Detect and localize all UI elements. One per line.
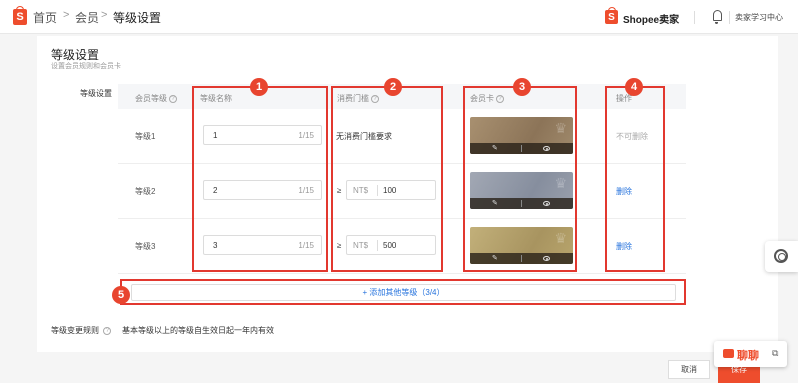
annotation-box-threshold <box>331 86 443 272</box>
rule-text: 基本等级以上的等级自生效日起一年内有效 <box>122 326 274 335</box>
top-bar: S 首页 > 会员 > 等级设置 S Shopee卖家 卖家学习中心 <box>0 0 798 34</box>
shopee-logo-icon[interactable]: S <box>13 6 27 25</box>
help-icon[interactable]: ? <box>103 327 112 335</box>
annotation-badge-5: 5 <box>112 286 130 304</box>
help-lifebuoy-icon <box>774 249 788 263</box>
breadcrumb-current: 等级设置 <box>113 11 162 25</box>
annotation-badge-3: 3 <box>513 78 531 96</box>
bell-icon[interactable] <box>713 10 722 24</box>
learning-center-link[interactable]: 卖家学习中心 <box>735 12 783 23</box>
seller-brand[interactable]: Shopee卖家 <box>623 11 679 26</box>
annotation-badge-2: 2 <box>384 78 402 96</box>
annotation-badge-4: 4 <box>625 78 643 96</box>
expand-icon[interactable]: ⧉ <box>772 348 778 359</box>
row-divider <box>118 273 686 274</box>
rule-label: 等级变更规则 ? <box>51 325 112 336</box>
chat-icon <box>723 349 734 358</box>
annotation-badge-1: 1 <box>250 78 268 96</box>
chat-label: 聊聊 <box>737 350 759 362</box>
header-level: 会员等级? <box>135 93 177 104</box>
shopee-seller-logo-icon[interactable]: S <box>605 7 618 24</box>
breadcrumb-member[interactable]: 会员 <box>75 9 99 26</box>
breadcrumb-separator: > <box>101 9 108 21</box>
annotation-box-action <box>605 86 665 272</box>
level-label: 等级2 <box>135 187 156 196</box>
level-label: 等级1 <box>135 132 156 141</box>
floating-help-button[interactable] <box>765 241 798 272</box>
level-label: 等级3 <box>135 242 156 251</box>
annotation-box-card <box>463 86 577 272</box>
level-settings-label: 等级设置 <box>80 89 112 98</box>
divider <box>729 11 730 24</box>
help-icon[interactable]: ? <box>169 95 177 103</box>
annotation-box-add <box>120 279 686 305</box>
divider <box>694 11 695 24</box>
breadcrumb-separator: > <box>63 9 70 21</box>
page-subtitle: 设置会员规则和会员卡 <box>51 63 121 70</box>
chat-widget[interactable]: 聊聊 ⧉ <box>714 341 787 367</box>
cancel-button[interactable]: 取消 <box>668 360 710 379</box>
breadcrumb-home[interactable]: 首页 <box>33 9 57 26</box>
annotation-box-name <box>192 86 328 272</box>
